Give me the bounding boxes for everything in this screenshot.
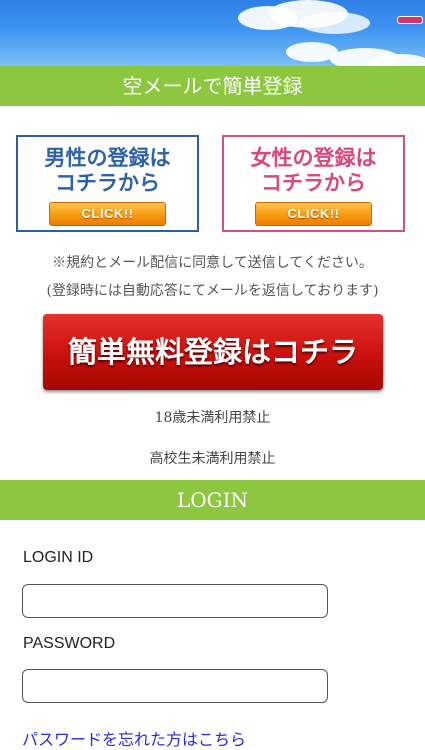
cloud-decoration bbox=[370, 54, 425, 66]
login-section-title: LOGIN bbox=[0, 480, 425, 520]
male-register-text-2: コチラから bbox=[55, 171, 160, 195]
auto-reply-notice: (登録時には自動応答にてメールを返信しております) bbox=[46, 283, 379, 299]
menu-icon[interactable] bbox=[397, 16, 423, 24]
female-register-box[interactable]: 女性の登録は コチラから CLICK!! bbox=[222, 135, 405, 232]
password-label: PASSWORD bbox=[23, 635, 116, 652]
male-register-text-1: 男性の登録は bbox=[44, 146, 171, 170]
female-register-text-2: コチラから bbox=[261, 171, 366, 195]
login-id-input[interactable] bbox=[22, 584, 328, 618]
free-register-button[interactable]: 簡単無料登録はコチラ bbox=[43, 314, 383, 390]
register-section-title: 空メールで簡単登録 bbox=[0, 66, 425, 106]
female-click-button[interactable]: CLICK!! bbox=[255, 202, 372, 226]
password-input[interactable] bbox=[22, 669, 328, 703]
female-register-text-1: 女性の登録は bbox=[250, 146, 377, 170]
cloud-decoration bbox=[300, 12, 370, 34]
terms-notice: ※規約とメール配信に同意して送信してください。 bbox=[52, 255, 373, 271]
male-register-box[interactable]: 男性の登録は コチラから CLICK!! bbox=[16, 135, 199, 232]
age-restriction-18: 18歳未満利用禁止 bbox=[154, 410, 271, 426]
male-click-button[interactable]: CLICK!! bbox=[49, 202, 166, 226]
login-id-label: LOGIN ID bbox=[23, 549, 94, 566]
forgot-password-link[interactable]: パスワードを忘れた方はこちら bbox=[22, 726, 246, 750]
header-banner bbox=[0, 0, 425, 66]
age-restriction-highschool: 高校生未満利用禁止 bbox=[149, 451, 276, 467]
